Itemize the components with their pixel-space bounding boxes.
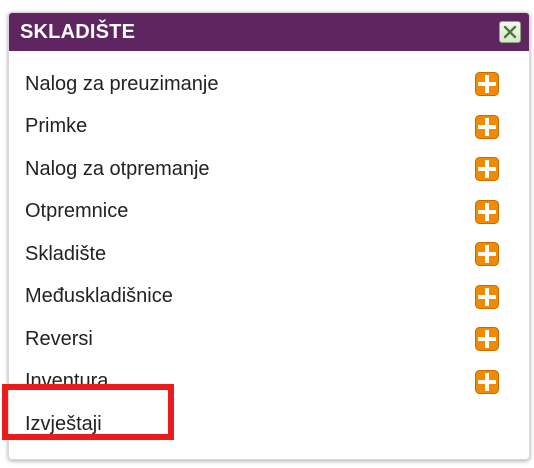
add-icon[interactable] [475,327,499,351]
close-button[interactable] [499,21,521,43]
menu-item-reversi[interactable]: Reversi [9,318,529,361]
skladiste-menu-panel: SKLADIŠTE Nalog za preuzimanje Primke Na… [8,12,530,460]
menu-item-label: Nalog za preuzimanje [25,72,219,95]
close-icon [503,25,517,39]
panel-header: SKLADIŠTE [9,13,529,51]
menu-item-label: Izvještaji [25,412,102,435]
menu-item-label: Reversi [25,327,93,350]
add-icon[interactable] [475,284,499,309]
add-icon[interactable] [475,72,499,96]
menu-item-label: Međuskladišnice [25,285,173,308]
add-icon[interactable] [475,199,499,224]
menu-item-izvjestaji[interactable]: Izvještaji [9,403,529,446]
menu-item-nalog-za-preuzimanje[interactable]: Nalog za preuzimanje [9,63,529,106]
menu-list: Nalog za preuzimanje Primke Nalog za otp… [9,63,529,446]
add-icon[interactable] [475,369,499,394]
add-icon[interactable] [475,242,499,266]
add-icon[interactable] [475,114,499,139]
menu-item-label: Skladište [25,242,107,265]
add-icon[interactable] [475,157,499,181]
menu-item-nalog-za-otpremanje[interactable]: Nalog za otpremanje [9,148,529,191]
menu-item-label: Inventura [25,370,109,393]
menu-item-label: Otpremnice [25,200,129,223]
menu-item-label: Primke [25,115,88,138]
menu-item-meduskladisnice[interactable]: Međuskladišnice [9,276,529,319]
menu-item-skladiste[interactable]: Skladište [9,233,529,276]
menu-item-otpremnice[interactable]: Otpremnice [9,191,529,234]
menu-item-inventura[interactable]: Inventura [9,361,529,404]
menu-item-primke[interactable]: Primke [9,106,529,149]
menu-item-label: Nalog za otpremanje [25,157,210,180]
panel-title: SKLADIŠTE [20,20,136,43]
